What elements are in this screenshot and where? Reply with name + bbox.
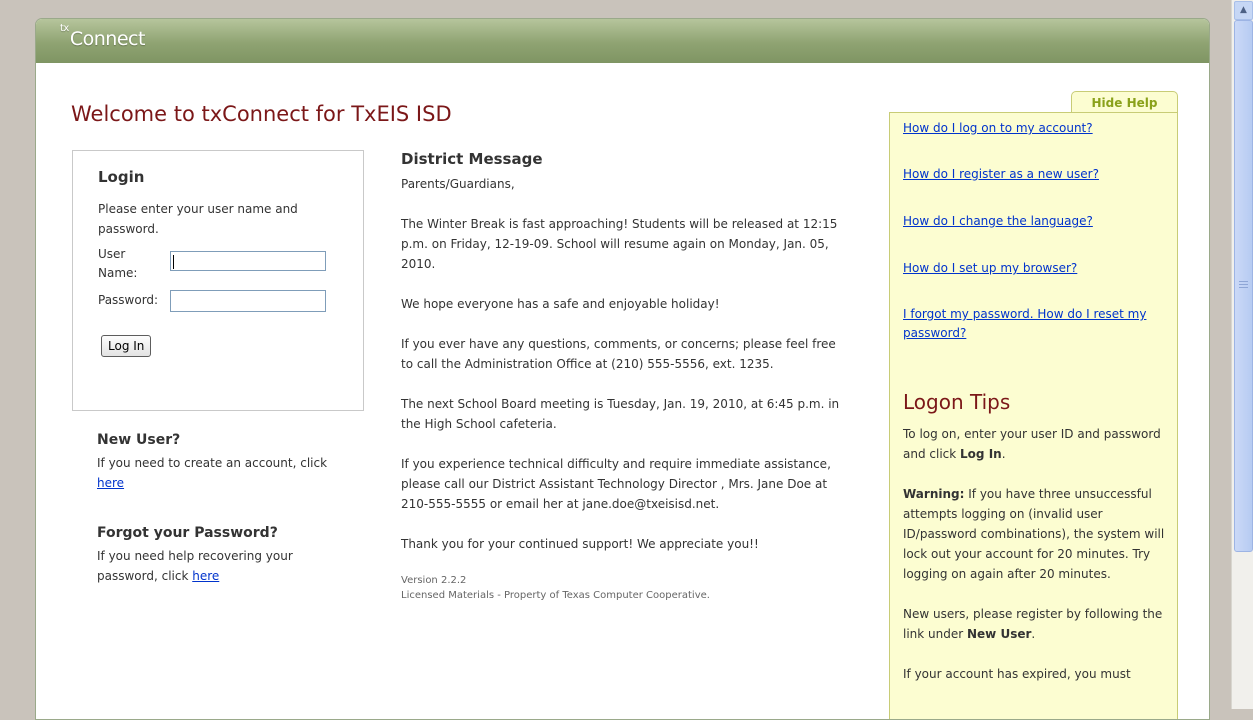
help-panel: How do I log on to my account? How do I … bbox=[889, 112, 1178, 719]
logon-tips: To log on, enter your user ID and passwo… bbox=[903, 424, 1171, 704]
login-title: Login bbox=[98, 168, 145, 186]
forgot-password-link[interactable]: here bbox=[192, 569, 219, 583]
text-cursor bbox=[173, 255, 174, 269]
browser-page: txConnect Welcome to txConnect for TxEIS… bbox=[35, 18, 1210, 720]
license-text: Licensed Materials - Property of Texas C… bbox=[401, 590, 710, 601]
grip-line bbox=[1239, 284, 1248, 285]
new-user-link[interactable]: here bbox=[97, 476, 124, 490]
grip-line bbox=[1239, 287, 1248, 288]
login-instructions: Please enter your user name and password… bbox=[98, 202, 298, 236]
username-input[interactable] bbox=[170, 251, 326, 271]
password-input[interactable] bbox=[170, 290, 326, 312]
page-title: Welcome to txConnect for TxEIS ISD bbox=[71, 102, 452, 126]
district-message: District Message Parents/Guardians, The … bbox=[401, 150, 851, 604]
tip-item: New users, please register by following … bbox=[903, 607, 1163, 641]
forgot-password-title: Forgot your Password? bbox=[97, 525, 278, 541]
tip-item: To log on, enter your user ID and passwo… bbox=[903, 427, 1161, 461]
help-link-browser[interactable]: How do I set up my browser? bbox=[903, 259, 1168, 278]
scroll-up-arrow-icon[interactable]: ▲ bbox=[1234, 1, 1253, 20]
password-label: Password: bbox=[98, 293, 159, 307]
hide-help-tab[interactable]: Hide Help bbox=[1071, 91, 1178, 114]
username-label: User Name: bbox=[98, 247, 138, 280]
vertical-scrollbar[interactable]: ▲ bbox=[1231, 0, 1253, 709]
help-link-register[interactable]: How do I register as a new user? bbox=[903, 165, 1168, 184]
district-greeting: Parents/Guardians, bbox=[401, 177, 515, 191]
grip-line bbox=[1239, 281, 1248, 282]
help-link-reset-password[interactable]: I forgot my password. How do I reset my … bbox=[903, 305, 1168, 343]
district-paragraph: We hope everyone has a safe and enjoyabl… bbox=[401, 297, 720, 311]
scroll-thumb[interactable] bbox=[1234, 20, 1253, 552]
district-paragraph: The Winter Break is fast approaching! St… bbox=[401, 217, 838, 271]
login-button[interactable]: Log In bbox=[101, 335, 152, 357]
forgot-password-section: Forgot your Password? If you need help r… bbox=[97, 525, 347, 586]
login-panel: Login Please enter your user name and pa… bbox=[72, 150, 364, 411]
help-link-language[interactable]: How do I change the language? bbox=[903, 212, 1168, 231]
app-logo: txConnect bbox=[60, 22, 145, 50]
tip-item: If your account has expired, you must bbox=[903, 667, 1131, 681]
app-header: txConnect bbox=[36, 19, 1209, 63]
new-user-title: New User? bbox=[97, 432, 181, 448]
district-paragraph: If you experience technical difficulty a… bbox=[401, 457, 831, 511]
tip-item: Warning: If you have three unsuccessful … bbox=[903, 487, 1165, 581]
district-paragraph: Thank you for your continued support! We… bbox=[401, 537, 759, 551]
district-paragraph: If you ever have any questions, comments… bbox=[401, 337, 836, 371]
district-paragraph: The next School Board meeting is Tuesday… bbox=[401, 397, 840, 431]
new-user-section: New User? If you need to create an accou… bbox=[97, 432, 347, 493]
new-user-text: If you need to create an account, click bbox=[97, 456, 328, 470]
logon-tips-title: Logon Tips bbox=[903, 390, 1011, 414]
help-link-logon[interactable]: How do I log on to my account? bbox=[903, 119, 1168, 138]
district-message-title: District Message bbox=[401, 150, 543, 168]
